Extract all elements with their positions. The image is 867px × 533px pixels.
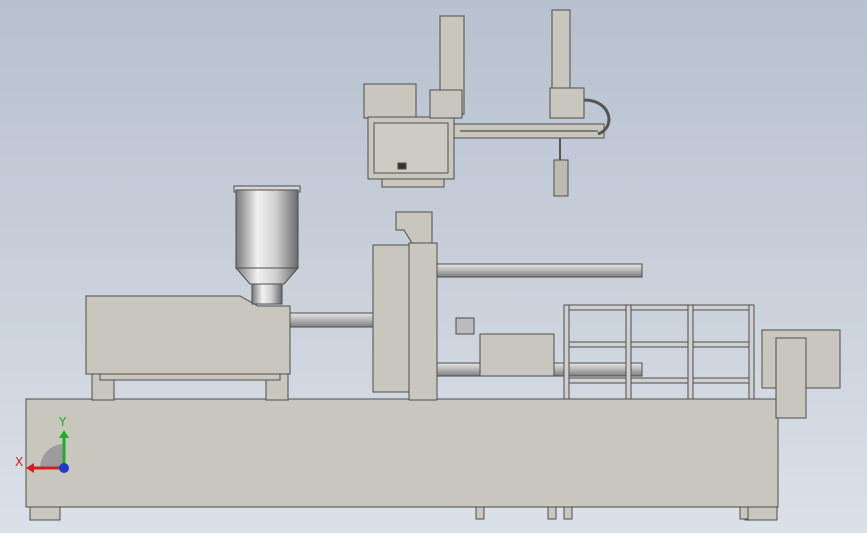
injection-unit[interactable] [85, 295, 406, 401]
material-hopper[interactable] [233, 185, 301, 305]
x-axis-label: X [15, 455, 23, 469]
leveling-feet [475, 506, 749, 520]
moving-platen [408, 242, 438, 401]
leveling-foot [547, 506, 557, 520]
vertical-arm-right-head [549, 87, 585, 119]
injection-carriage-bar [99, 373, 281, 381]
base-foot-left [29, 506, 61, 521]
conveyor-mid-rail [563, 341, 755, 348]
y-axis-arrowhead [59, 430, 69, 438]
leveling-foot [739, 506, 749, 520]
base-foot-right [744, 506, 778, 521]
conveyor-post-1 [563, 304, 570, 400]
y-axis-label: Y [58, 415, 67, 429]
conveyor-post-3 [687, 304, 694, 400]
motor-block [455, 317, 475, 335]
gripper-head [553, 159, 569, 197]
end-plate [775, 337, 807, 419]
fixed-platen [372, 244, 410, 393]
triad-base-quadrant [40, 444, 64, 468]
conveyor-bottom-rail [563, 377, 755, 384]
leveling-foot [475, 506, 485, 520]
cabinet-label [397, 162, 407, 170]
tie-bar-top [436, 263, 643, 278]
conveyor-box [479, 333, 555, 377]
gantry-robot[interactable] [363, 9, 611, 197]
leveling-foot [563, 506, 573, 520]
conveyor-post-2 [625, 304, 632, 400]
coordinate-triad: X Y [15, 415, 69, 473]
hopper-body [235, 189, 299, 269]
conveyor-top-rail [563, 304, 755, 311]
vertical-arm-left-head [429, 89, 463, 119]
cabinet-door [373, 122, 449, 174]
control-cabinet-top [363, 83, 417, 119]
hopper-throat [251, 283, 283, 305]
robot-mount-column [395, 211, 433, 244]
machine-base[interactable] [25, 398, 779, 508]
hopper-cone [234, 267, 300, 285]
cad-viewport[interactable] [0, 0, 867, 533]
injection-housing [85, 295, 291, 375]
conveyor-post-4 [748, 304, 755, 400]
cabinet-base [381, 178, 445, 188]
z-axis-dot [59, 463, 69, 473]
x-axis-arrowhead [26, 463, 34, 473]
